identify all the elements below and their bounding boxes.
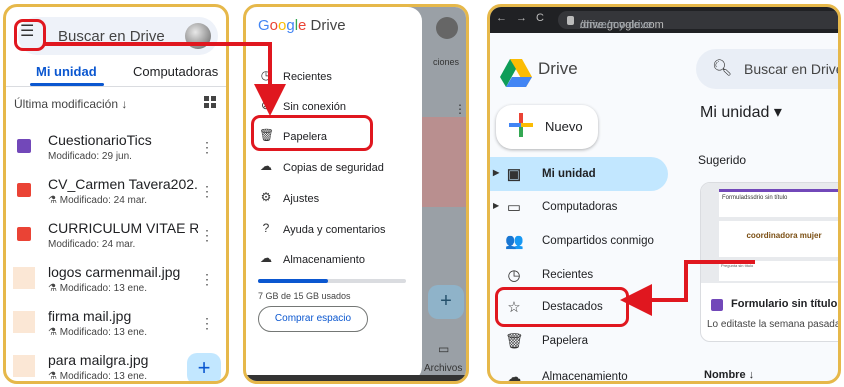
arrow-to-trash bbox=[45, 42, 286, 116]
annotation-arrows bbox=[45, 42, 755, 316]
arrow-to-starred bbox=[620, 260, 755, 316]
